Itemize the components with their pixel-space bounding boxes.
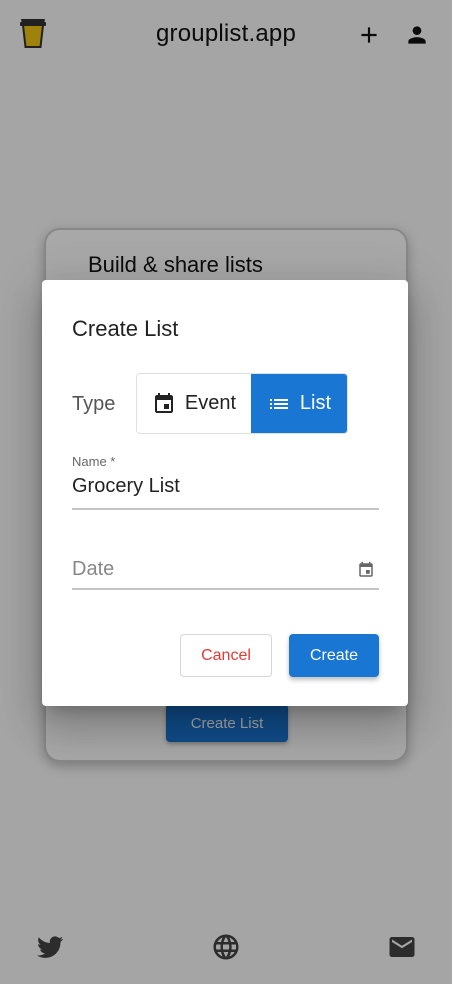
- create-button[interactable]: Create: [289, 634, 379, 677]
- list-icon: [269, 398, 288, 409]
- calendar-icon: [154, 392, 173, 413]
- type-option-event[interactable]: Event: [137, 374, 251, 433]
- type-option-list-label: List: [299, 392, 332, 414]
- date-field[interactable]: Date: [72, 556, 379, 590]
- type-toggle-group: Event List: [136, 373, 348, 434]
- type-option-list[interactable]: List: [250, 374, 347, 433]
- cancel-button[interactable]: Cancel: [180, 634, 272, 677]
- type-label: Type: [72, 393, 116, 415]
- calendar-icon[interactable]: [357, 561, 375, 579]
- name-field[interactable]: Name * Grocery List: [72, 454, 379, 510]
- name-input[interactable]: Grocery List: [72, 475, 379, 498]
- type-option-event-label: Event: [184, 392, 237, 414]
- name-field-label: Name *: [72, 454, 116, 469]
- dialog-title: Create List: [72, 316, 179, 341]
- date-input[interactable]: Date: [72, 558, 114, 581]
- create-list-dialog: Create List Type Event List Name * Groce…: [42, 280, 408, 706]
